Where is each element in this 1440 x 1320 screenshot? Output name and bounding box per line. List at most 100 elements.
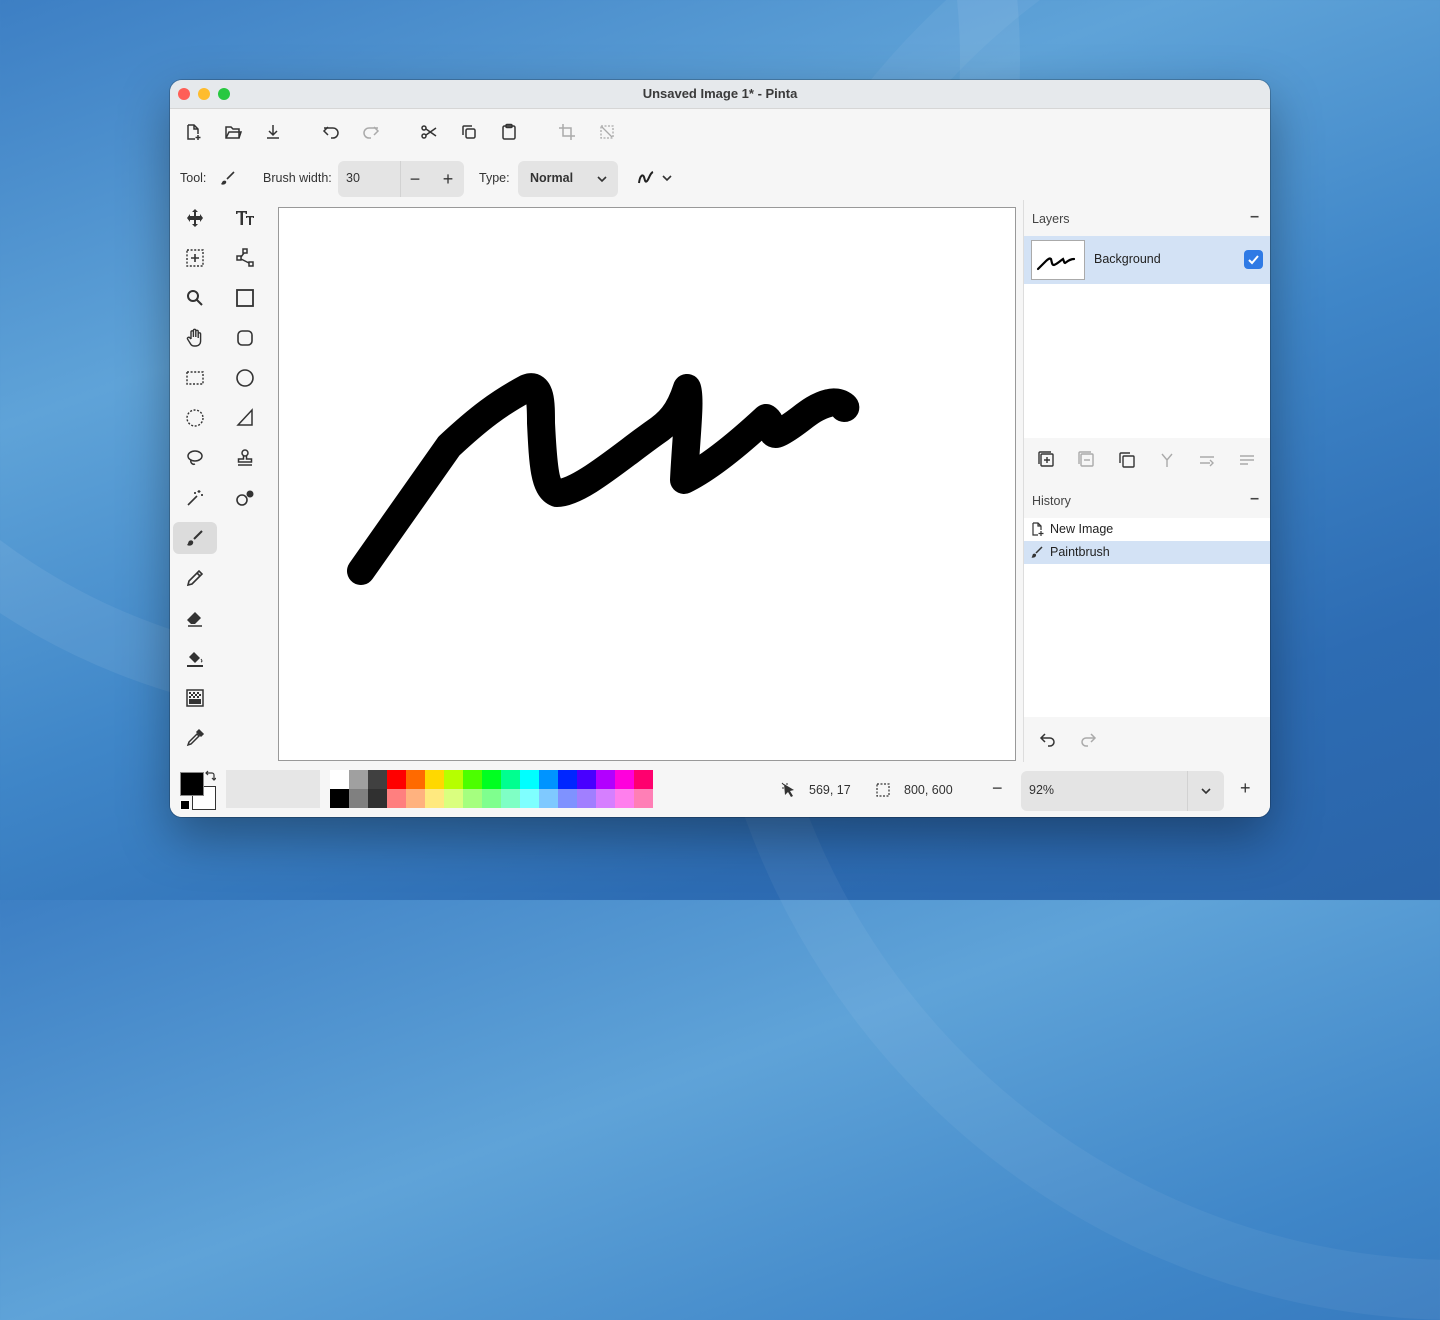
copy-button[interactable] [458, 121, 480, 143]
palette-swatch[interactable] [634, 789, 653, 808]
palette-swatch[interactable] [387, 770, 406, 789]
palette-swatch[interactable] [463, 789, 482, 808]
undo-icon[interactable] [1038, 729, 1058, 749]
gradient-tool[interactable] [173, 682, 217, 714]
rectangle-tool[interactable] [223, 282, 267, 314]
palette-swatch[interactable] [596, 789, 615, 808]
cut-button[interactable] [418, 121, 440, 143]
palette-swatch[interactable] [634, 770, 653, 789]
rounded-rectangle-tool[interactable] [223, 322, 267, 354]
palette-swatch[interactable] [349, 789, 368, 808]
zoom-in-button[interactable]: + [1240, 778, 1251, 799]
close-window-button[interactable] [178, 88, 190, 100]
history-collapse-button[interactable]: – [1250, 490, 1259, 508]
color-picker-tool[interactable] [173, 722, 217, 754]
paintbrush-tool[interactable] [173, 522, 217, 554]
duplicate-layer-icon[interactable] [1117, 450, 1137, 470]
rectangle-select-tool[interactable] [173, 362, 217, 394]
layer-row[interactable]: Background [1024, 236, 1270, 284]
palette-swatch[interactable] [520, 770, 539, 789]
reset-colors-icon[interactable] [180, 800, 190, 810]
pencil-tool[interactable] [173, 562, 217, 594]
chevron-down-icon[interactable] [1200, 786, 1212, 796]
open-button[interactable] [222, 121, 244, 143]
zoom-tool[interactable] [173, 282, 217, 314]
palette-swatch[interactable] [368, 770, 387, 789]
palette-swatch[interactable] [463, 770, 482, 789]
brush-width-increase[interactable]: + [436, 167, 460, 191]
ellipse-tool[interactable] [223, 362, 267, 394]
ellipse-select-tool[interactable] [173, 402, 217, 434]
layers-collapse-button[interactable]: – [1250, 208, 1259, 226]
layer-visibility-checkbox[interactable] [1244, 250, 1263, 269]
lasso-select-tool[interactable] [173, 442, 217, 474]
save-button[interactable] [262, 121, 284, 143]
pan-tool[interactable] [173, 322, 217, 354]
undo-button[interactable] [320, 121, 342, 143]
palette-swatch[interactable] [482, 789, 501, 808]
zoom-out-button[interactable]: − [992, 778, 1003, 799]
palette-swatch[interactable] [577, 770, 596, 789]
move-selected-tool[interactable] [173, 202, 217, 234]
deselect-button[interactable] [596, 121, 618, 143]
palette-swatch[interactable] [501, 789, 520, 808]
palette-swatch[interactable] [501, 770, 520, 789]
swap-colors-icon[interactable] [204, 770, 216, 782]
image-canvas[interactable] [278, 207, 1016, 761]
zoom-dropdown[interactable]: 92% [1021, 771, 1224, 811]
bezier-tool[interactable] [223, 242, 267, 274]
palette-swatch[interactable] [425, 789, 444, 808]
freeform-shape-tool[interactable] [223, 402, 267, 434]
brush-width-value[interactable]: 30 [346, 171, 360, 185]
zoom-window-button[interactable] [218, 88, 230, 100]
palette-swatch[interactable] [330, 770, 349, 789]
palette-swatch[interactable] [520, 789, 539, 808]
zoom-value[interactable]: 92% [1029, 783, 1054, 797]
palette-swatch[interactable] [444, 770, 463, 789]
palette-swatch[interactable] [558, 789, 577, 808]
palette-swatch[interactable] [368, 789, 387, 808]
palette-swatch[interactable] [539, 789, 558, 808]
layer-properties-icon[interactable] [1237, 450, 1257, 470]
merge-layer-down-icon[interactable] [1157, 450, 1177, 470]
add-layer-icon[interactable] [1037, 450, 1057, 470]
palette-swatch[interactable] [406, 789, 425, 808]
text-tool[interactable] [223, 202, 267, 234]
crop-button[interactable] [556, 121, 578, 143]
minimize-window-button[interactable] [198, 88, 210, 100]
type-dropdown[interactable]: Normal [518, 161, 618, 197]
recent-colors[interactable] [226, 770, 320, 808]
palette-swatch[interactable] [444, 789, 463, 808]
palette-swatch[interactable] [615, 789, 634, 808]
magic-wand-tool[interactable] [173, 482, 217, 514]
paste-button[interactable] [498, 121, 520, 143]
history-item-selected[interactable]: Paintbrush [1024, 541, 1270, 564]
palette-swatch[interactable] [539, 770, 558, 789]
palette-swatch[interactable] [349, 770, 368, 789]
palette-swatch[interactable] [615, 770, 634, 789]
brush-width-decrease[interactable]: − [403, 167, 427, 191]
brush-width-stepper[interactable]: 30 − + [338, 161, 464, 197]
palette-swatch[interactable] [482, 770, 501, 789]
eraser-tool[interactable] [173, 602, 217, 634]
palette-swatch[interactable] [406, 770, 425, 789]
redo-button[interactable] [360, 121, 382, 143]
new-image-button[interactable] [182, 121, 204, 143]
antialiasing-dropdown[interactable] [636, 166, 676, 190]
palette-swatch[interactable] [558, 770, 577, 789]
paint-bucket-tool[interactable] [173, 642, 217, 674]
delete-layer-icon[interactable] [1077, 450, 1097, 470]
palette-swatch[interactable] [577, 789, 596, 808]
primary-secondary-colors[interactable] [180, 770, 218, 810]
redo-icon[interactable] [1078, 729, 1098, 749]
recolor-tool[interactable] [223, 482, 267, 514]
color-palette[interactable] [330, 770, 654, 808]
palette-swatch[interactable] [330, 789, 349, 808]
primary-color-swatch[interactable] [180, 772, 204, 796]
move-layer-up-icon[interactable] [1197, 450, 1217, 470]
clone-stamp-tool[interactable] [223, 442, 267, 474]
history-item[interactable]: New Image [1024, 518, 1270, 541]
palette-swatch[interactable] [387, 789, 406, 808]
palette-swatch[interactable] [596, 770, 615, 789]
palette-swatch[interactable] [425, 770, 444, 789]
